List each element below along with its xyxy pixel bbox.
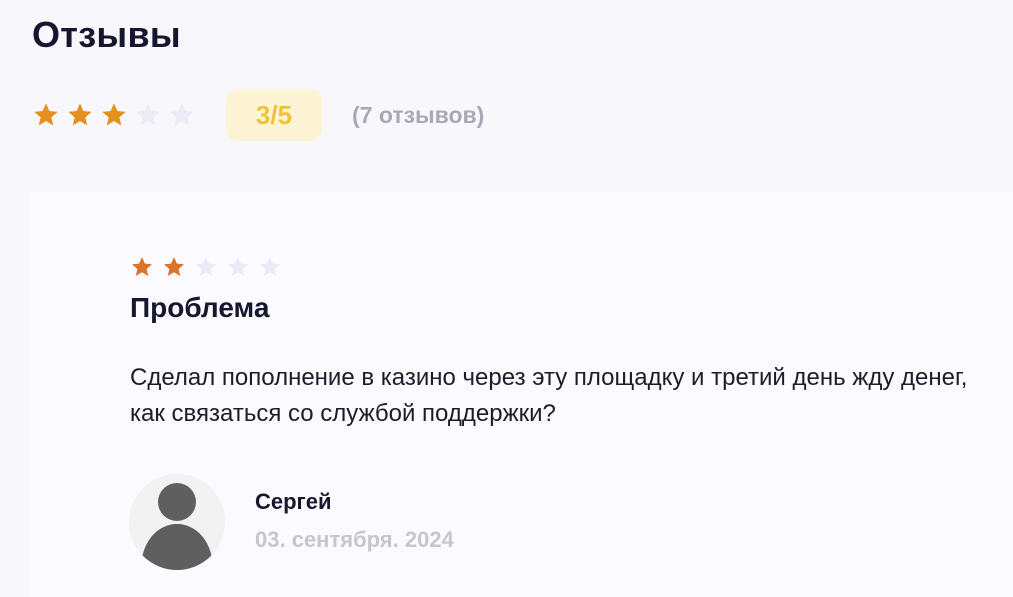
star-icon bbox=[66, 101, 94, 129]
review-count: (7 отзывов) bbox=[352, 101, 485, 128]
summary-star-rating bbox=[32, 101, 202, 129]
review-card: Проблема Сделал пополнение в казино чере… bbox=[30, 192, 1013, 597]
review-text: Сделал пополнение в казино через эту пло… bbox=[130, 364, 968, 427]
star-icon bbox=[258, 255, 282, 279]
page-title: Отзывы bbox=[32, 14, 181, 55]
rating-badge: 3/5 bbox=[226, 89, 322, 141]
review-date: 03. сентября. 2024 bbox=[255, 527, 454, 552]
star-icon bbox=[168, 101, 196, 129]
review-title: Проблема bbox=[130, 292, 270, 323]
star-icon bbox=[194, 255, 218, 279]
star-icon bbox=[134, 101, 162, 129]
rating-summary: 3/5 (7 отзывов) bbox=[32, 89, 484, 141]
author-name: Сергей bbox=[255, 489, 332, 514]
star-icon bbox=[100, 101, 128, 129]
user-avatar-icon bbox=[129, 474, 225, 570]
star-icon bbox=[32, 101, 60, 129]
star-icon bbox=[226, 255, 250, 279]
star-icon bbox=[162, 255, 186, 279]
star-icon bbox=[130, 255, 154, 279]
review-star-rating bbox=[130, 255, 290, 279]
